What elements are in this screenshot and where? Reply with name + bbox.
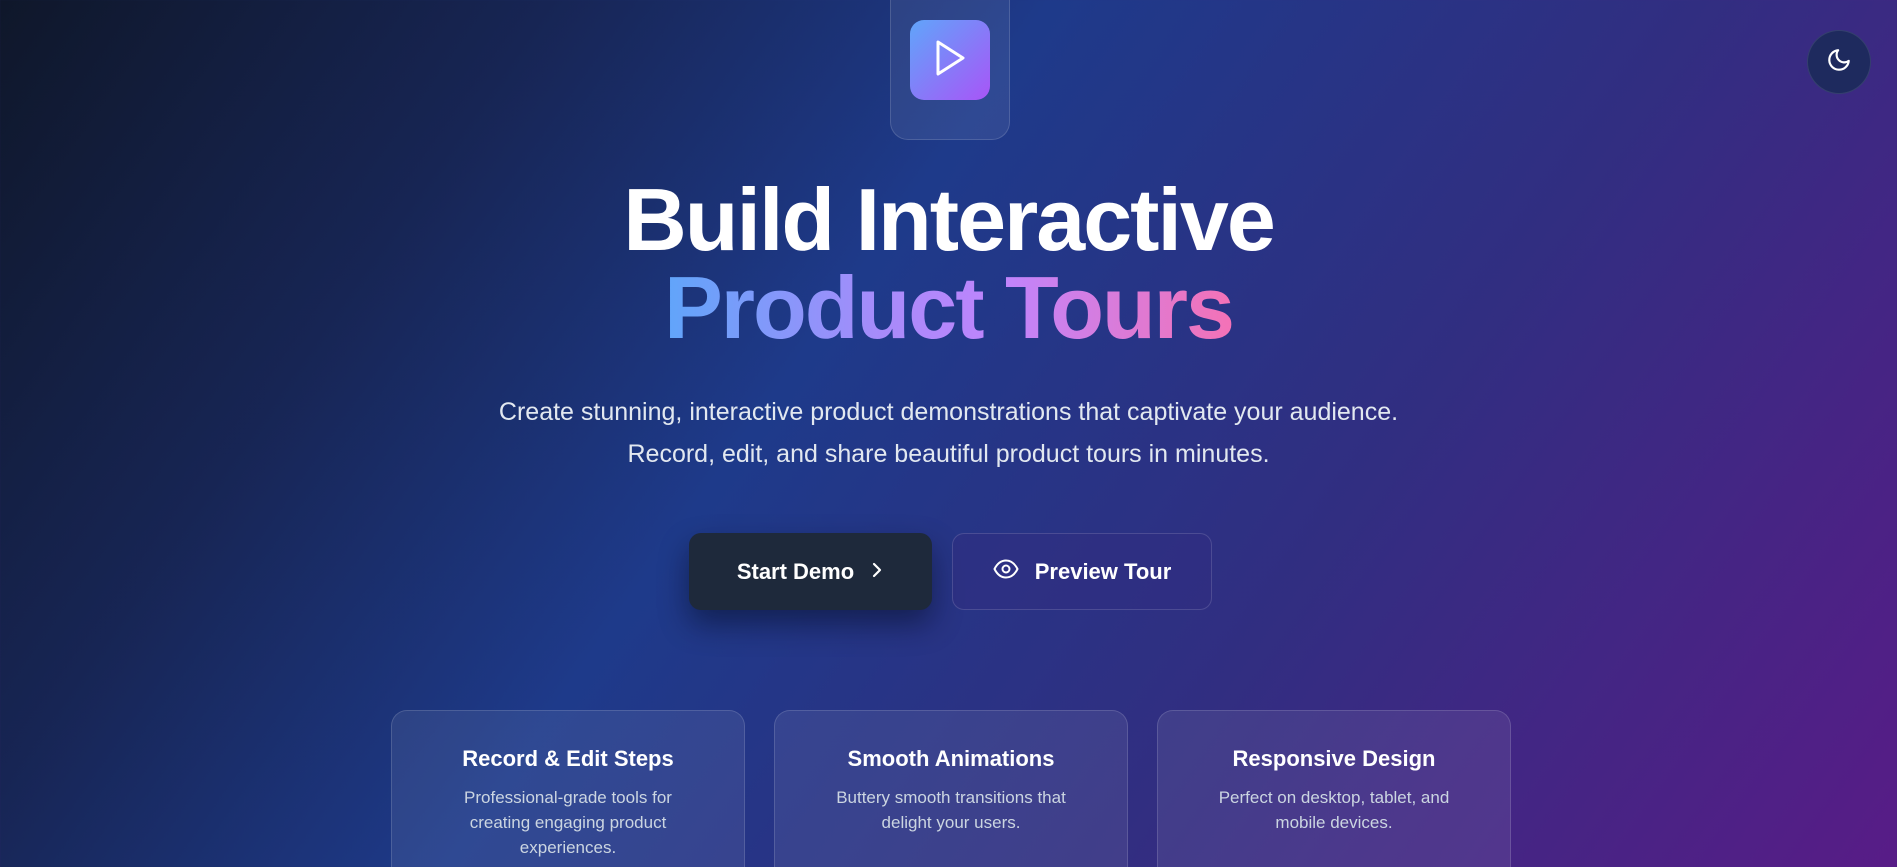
chevron-right-icon	[870, 559, 884, 585]
start-demo-label: Start Demo	[736, 558, 855, 584]
hero-headline: Build Interactive Product Tours	[0, 176, 1897, 352]
headline-line-2-gradient: Product Tours	[664, 258, 1235, 357]
moon-icon	[1826, 47, 1852, 78]
feature-card-title: Smooth Animations	[847, 746, 1055, 771]
feature-card-record-edit: Record & Edit Steps Professional-grade t…	[391, 710, 745, 867]
feature-card-description: Perfect on desktop, tablet, and mobile d…	[1218, 788, 1450, 832]
feature-card-description: Buttery smooth transitions that delight …	[836, 788, 1066, 832]
headline-line-1: Build Interactive	[623, 170, 1276, 269]
start-demo-button[interactable]: Start Demo	[689, 533, 932, 610]
feature-card-title: Responsive Design	[1232, 746, 1436, 771]
logo-badge	[910, 20, 990, 100]
hero-subtitle: Create stunning, interactive product dem…	[498, 398, 1399, 468]
feature-card-animations: Smooth Animations Buttery smooth transit…	[774, 710, 1128, 867]
feature-card-title: Record & Edit Steps	[462, 746, 674, 771]
logo-frame	[890, 0, 1010, 140]
feature-card-responsive: Responsive Design Perfect on desktop, ta…	[1157, 710, 1511, 867]
play-icon	[933, 39, 967, 82]
feature-card-description: Professional-grade tools for creating en…	[464, 788, 672, 857]
preview-tour-button[interactable]: Preview Tour	[952, 533, 1212, 610]
eye-icon	[993, 559, 1019, 585]
theme-toggle-button[interactable]	[1807, 30, 1871, 94]
preview-tour-label: Preview Tour	[1034, 558, 1172, 584]
